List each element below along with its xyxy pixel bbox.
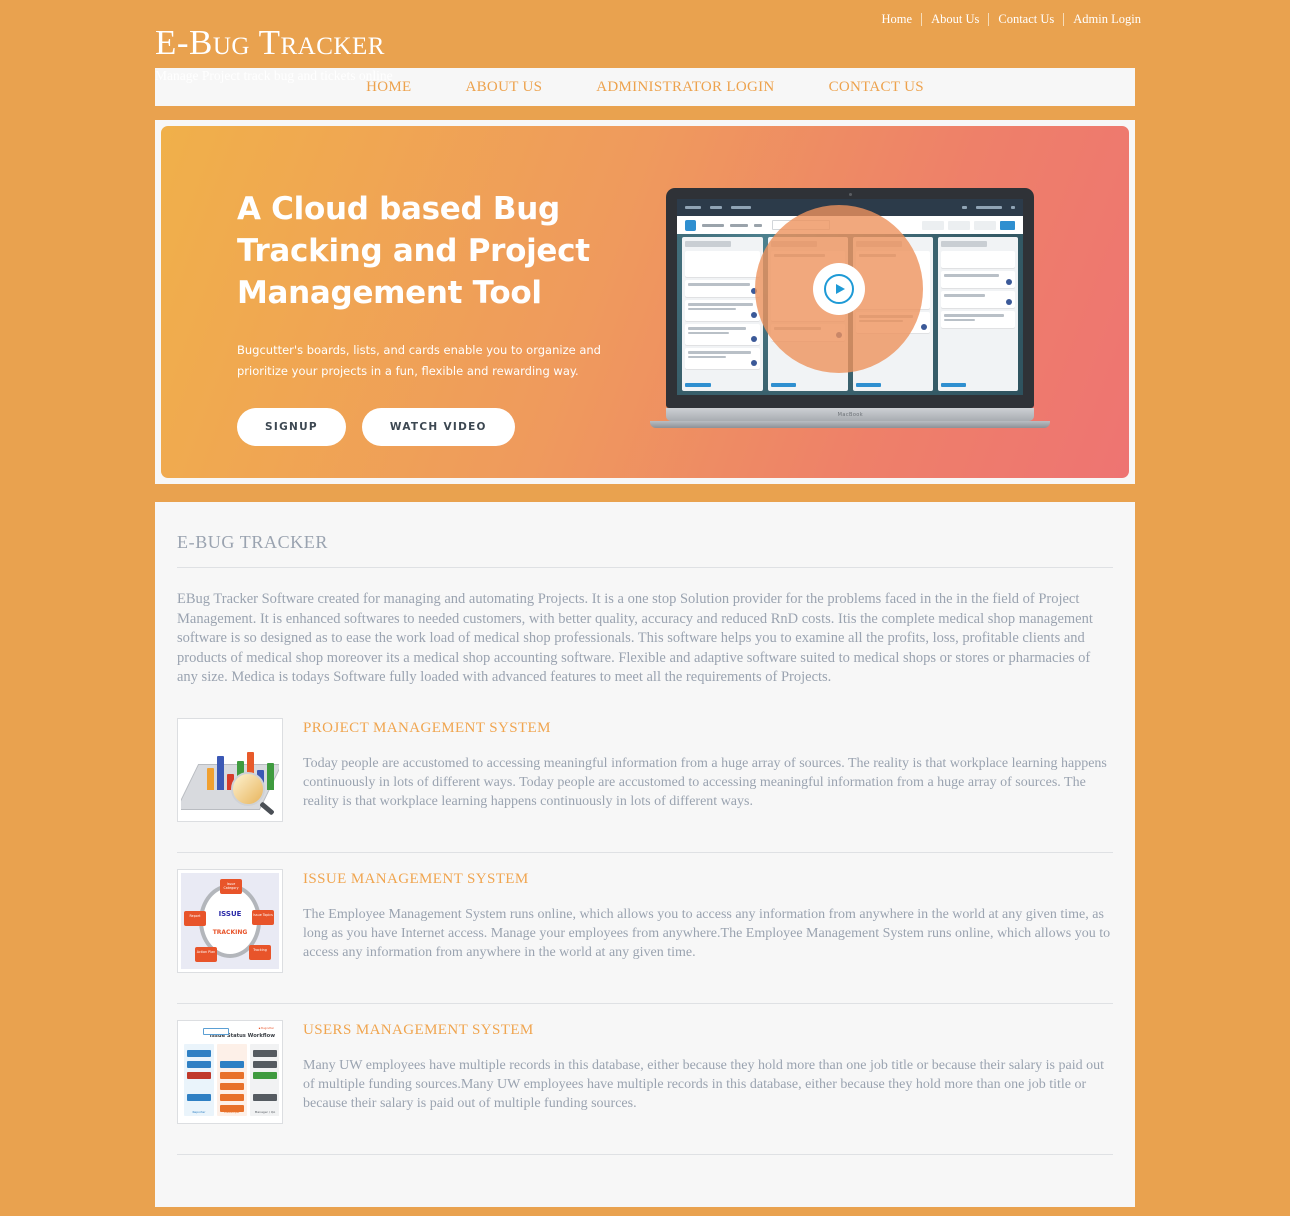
feature-title: ISSUE MANAGEMENT SYSTEM	[303, 870, 529, 887]
cycle-node: Tracking	[249, 944, 271, 960]
nav-item-administrator-login[interactable]: ADMINISTRATOR LOGIN	[569, 79, 801, 96]
cycle-node: Action Plan	[195, 946, 217, 962]
site-title: E-Bug Tracker	[155, 23, 385, 62]
nav-item-contact-us[interactable]: CONTACT US	[802, 79, 951, 96]
workflow-lane-label: Manager / QA	[254, 1109, 276, 1114]
feature-text: The Employee Management System runs onli…	[303, 906, 1111, 960]
content-panel: E-BUG TRACKER EBug Tracker Software crea…	[155, 498, 1135, 1207]
site-tagline: Manage Project track bug and tickets onl…	[155, 68, 393, 83]
laptop-mockup-image: MacBook	[650, 188, 1051, 428]
feature-item: Issue Category Issue Topics Tracking Act…	[177, 851, 1113, 991]
cycle-center-line2: TRACKING	[212, 928, 248, 936]
page-root: Home About Us Contact Us Admin Login E-B…	[0, 0, 1290, 1216]
feature-thumbnail: ▪ Bugcutter Issue Status Workflow Report…	[177, 1019, 283, 1124]
content-bottom-divider	[177, 1153, 1113, 1155]
laptop-base: MacBook	[666, 408, 1035, 421]
app-logo-icon	[685, 219, 697, 231]
bar-chart-magnifier-image	[181, 721, 279, 818]
cycle-node: Issue Category	[220, 878, 242, 894]
kanban-column	[938, 237, 1019, 391]
nav-item-about-us[interactable]: ABOUT US	[439, 79, 570, 96]
hero-content: A Cloud based Bug Tracking and Project M…	[161, 126, 664, 478]
workflow-brandmark: ▪ Bugcutter	[258, 1026, 274, 1030]
feature-item: ▪ Bugcutter Issue Status Workflow Report…	[177, 1002, 1113, 1142]
top-nav: Home About Us Contact Us Admin Login	[882, 12, 1150, 26]
laptop-foot	[650, 421, 1051, 428]
feature-thumbnail: Issue Category Issue Topics Tracking Act…	[177, 868, 283, 973]
title-divider	[177, 567, 1113, 568]
laptop-screen	[677, 199, 1024, 395]
play-icon	[824, 274, 855, 304]
watch-video-button[interactable]: WATCH VIDEO	[361, 408, 515, 446]
feature-thumbnail	[177, 717, 283, 822]
kanban-column	[682, 237, 763, 391]
intro-paragraph: EBug Tracker Software created for managi…	[177, 591, 1093, 685]
magnifier-icon	[231, 771, 265, 806]
workflow-lane-label: Reporter	[192, 1109, 206, 1114]
feature-body: PROJECT MANAGEMENT SYSTEM Today people a…	[303, 718, 1113, 822]
play-button[interactable]	[813, 263, 866, 315]
hero-card: A Cloud based Bug Tracking and Project M…	[155, 120, 1135, 484]
issue-tracking-cycle-image: Issue Category Issue Topics Tracking Act…	[181, 872, 279, 969]
feature-text: Many UW employees have multiple records …	[303, 1057, 1104, 1111]
top-nav-about-us[interactable]: About Us	[922, 12, 988, 26]
video-spotlight-overlay	[755, 205, 924, 373]
page-title: E-BUG TRACKER	[177, 532, 328, 552]
laptop-lid	[666, 188, 1035, 408]
hero-subtext: Bugcutter's boards, lists, and cards ena…	[237, 343, 601, 378]
top-nav-contact-us[interactable]: Contact Us	[989, 12, 1063, 26]
issue-status-workflow-image: ▪ Bugcutter Issue Status Workflow Report…	[181, 1023, 279, 1120]
feature-title: USERS MANAGEMENT SYSTEM	[303, 1021, 534, 1038]
app-action-buttons	[922, 220, 1016, 230]
top-nav-home[interactable]: Home	[882, 12, 922, 26]
workflow-lane-label: Developer	[224, 1109, 240, 1114]
feature-text: Today people are accustomed to accessing…	[303, 755, 1107, 809]
cycle-center-line1: ISSUE	[218, 909, 242, 918]
feature-body: ISSUE MANAGEMENT SYSTEM The Employee Man…	[303, 869, 1113, 973]
hero-banner: A Cloud based Bug Tracking and Project M…	[161, 126, 1129, 478]
cycle-center-label: ISSUE TRACKING	[202, 903, 258, 939]
top-nav-admin-login[interactable]: Admin Login	[1064, 12, 1150, 26]
feature-item: PROJECT MANAGEMENT SYSTEM Today people a…	[177, 717, 1113, 840]
site-brand[interactable]: E-Bug Tracker Manage Project track bug a…	[155, 24, 393, 84]
signup-button[interactable]: SIGNUP	[237, 408, 346, 446]
hero-illustration: MacBook	[650, 126, 1129, 478]
hero-heading: A Cloud based Bug Tracking and Project M…	[237, 191, 590, 311]
hero-buttons: SIGNUP WATCH VIDEO	[237, 408, 664, 446]
feature-body: USERS MANAGEMENT SYSTEM Many UW employee…	[303, 1020, 1113, 1124]
laptop-brand-label: MacBook	[837, 411, 864, 418]
feature-title: PROJECT MANAGEMENT SYSTEM	[303, 719, 551, 736]
